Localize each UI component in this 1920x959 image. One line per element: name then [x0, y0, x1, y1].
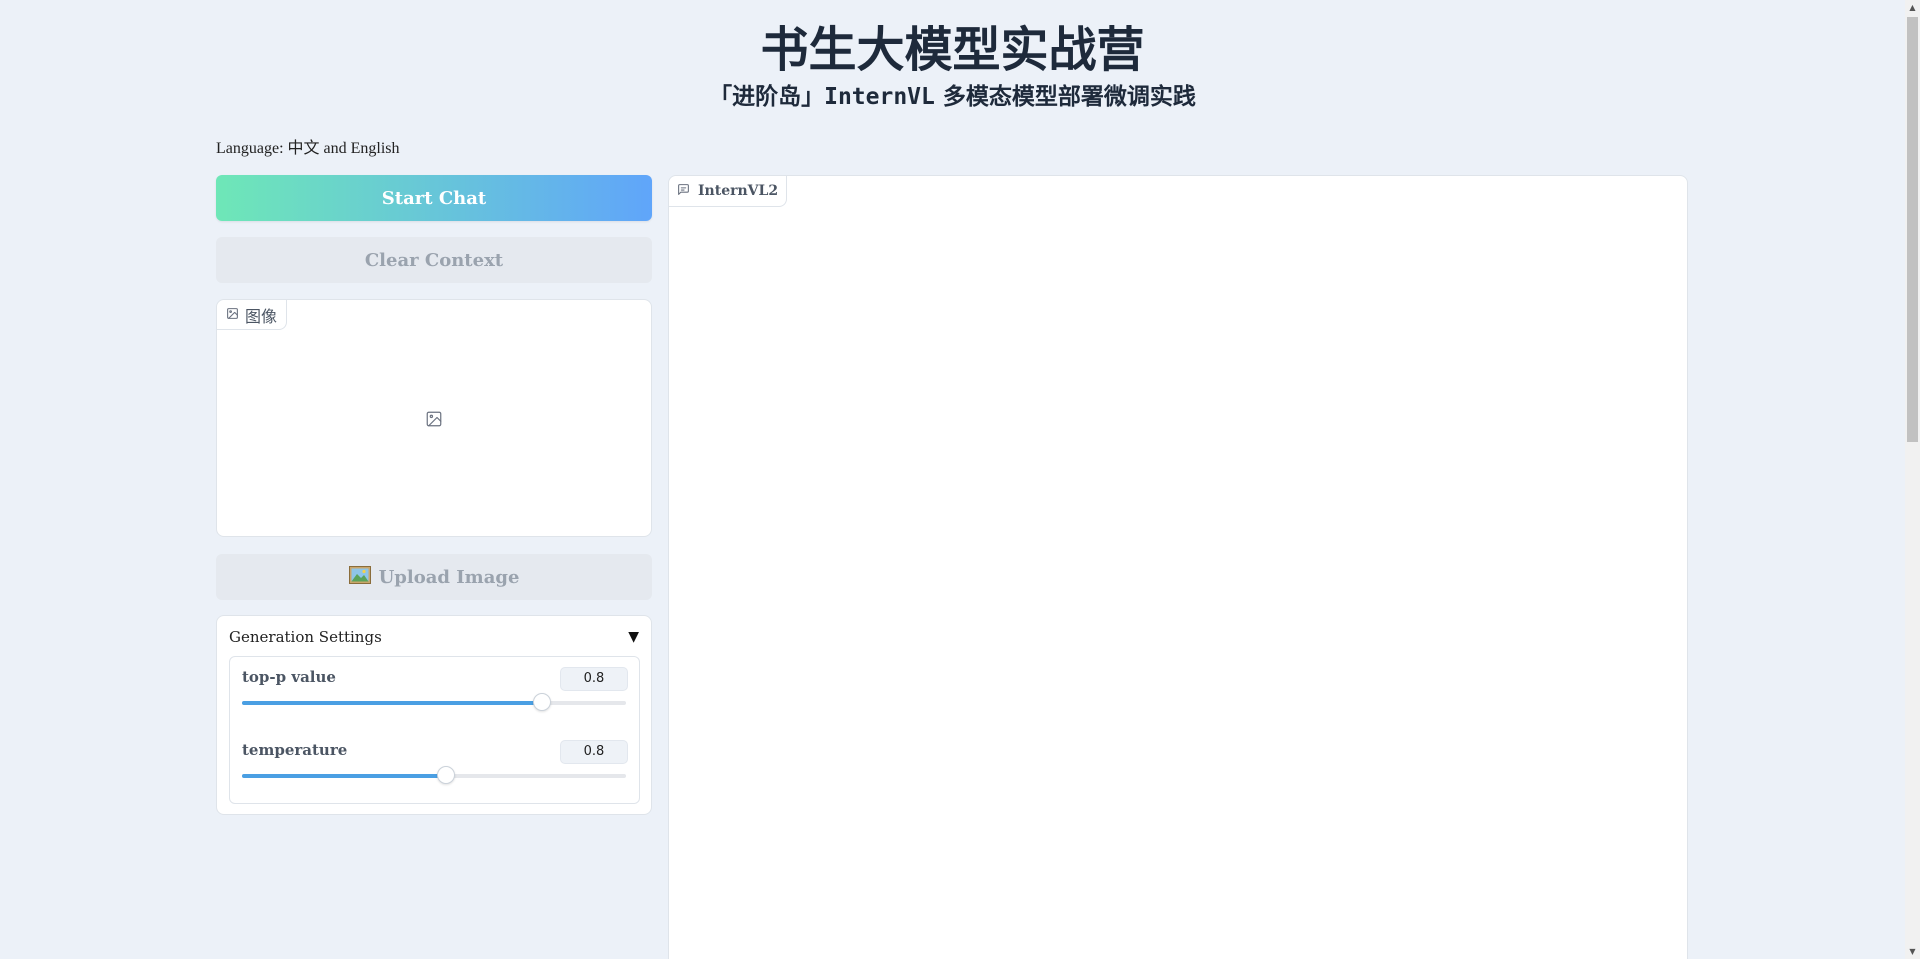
page: 书生大模型实战营 「进阶岛」InternVL 多模态模型部署微调实践 Langu… [0, 0, 1920, 959]
page-subtitle: 「进阶岛」InternVL 多模态模型部署微调实践 [0, 82, 1905, 112]
upload-image-button[interactable]: Upload Image [216, 554, 652, 600]
temperature-slider-row: temperature 0.8 [242, 730, 628, 790]
temperature-slider-handle[interactable] [436, 766, 455, 784]
top-p-value-input[interactable]: 0.8 [560, 667, 628, 691]
generation-settings-toggle[interactable]: Generation Settings ▼ [229, 628, 639, 646]
image-upload-area[interactable]: 图像 [216, 299, 652, 537]
image-box-label: 图像 [217, 300, 288, 330]
temperature-label: temperature [242, 741, 348, 759]
scroll-down-arrow-icon[interactable]: ▼ [1905, 944, 1920, 959]
top-p-label: top-p value [242, 668, 336, 686]
page-scrollbar[interactable]: ▲ ▼ [1905, 0, 1920, 959]
top-p-slider-track[interactable] [242, 693, 626, 711]
top-p-slider-fill [242, 701, 542, 705]
sliders-group: top-p value 0.8 temperature 0.8 [229, 656, 640, 804]
image-placeholder-icon [425, 410, 443, 432]
image-box-label-text: 图像 [245, 306, 278, 326]
chat-icon [677, 183, 690, 200]
clear-context-button[interactable]: Clear Context [216, 237, 652, 283]
caret-down-icon: ▼ [628, 629, 639, 645]
language-note: Language: 中文 and English [216, 140, 400, 157]
chatbot-panel: InternVL2 [668, 175, 1688, 959]
start-chat-button[interactable]: Start Chat [216, 175, 652, 221]
scrollbar-thumb[interactable] [1907, 17, 1918, 442]
subtitle-suffix: 多模态模型部署微调实践 [934, 84, 1196, 110]
temperature-slider-fill [242, 774, 446, 778]
top-p-slider-row: top-p value 0.8 [242, 657, 628, 717]
subtitle-model: InternVL [824, 84, 935, 110]
left-column: Start Chat Clear Context 图像 Upload Image… [216, 175, 652, 815]
picture-icon [348, 565, 371, 589]
generation-settings-panel: Generation Settings ▼ top-p value 0.8 te… [216, 615, 652, 815]
temperature-slider-track[interactable] [242, 766, 626, 784]
subtitle-prefix: 「进阶岛」 [709, 84, 825, 110]
top-p-slider-handle[interactable] [532, 693, 551, 711]
upload-image-label: Upload Image [378, 566, 520, 588]
chatbot-label-text: InternVL2 [698, 183, 779, 199]
generation-settings-title: Generation Settings [229, 628, 382, 646]
page-title: 书生大模型实战营 [760, 22, 1145, 78]
image-icon [226, 305, 239, 324]
temperature-value-input[interactable]: 0.8 [560, 740, 628, 764]
scroll-up-arrow-icon[interactable]: ▲ [1905, 0, 1920, 15]
chatbot-label: InternVL2 [669, 176, 788, 207]
